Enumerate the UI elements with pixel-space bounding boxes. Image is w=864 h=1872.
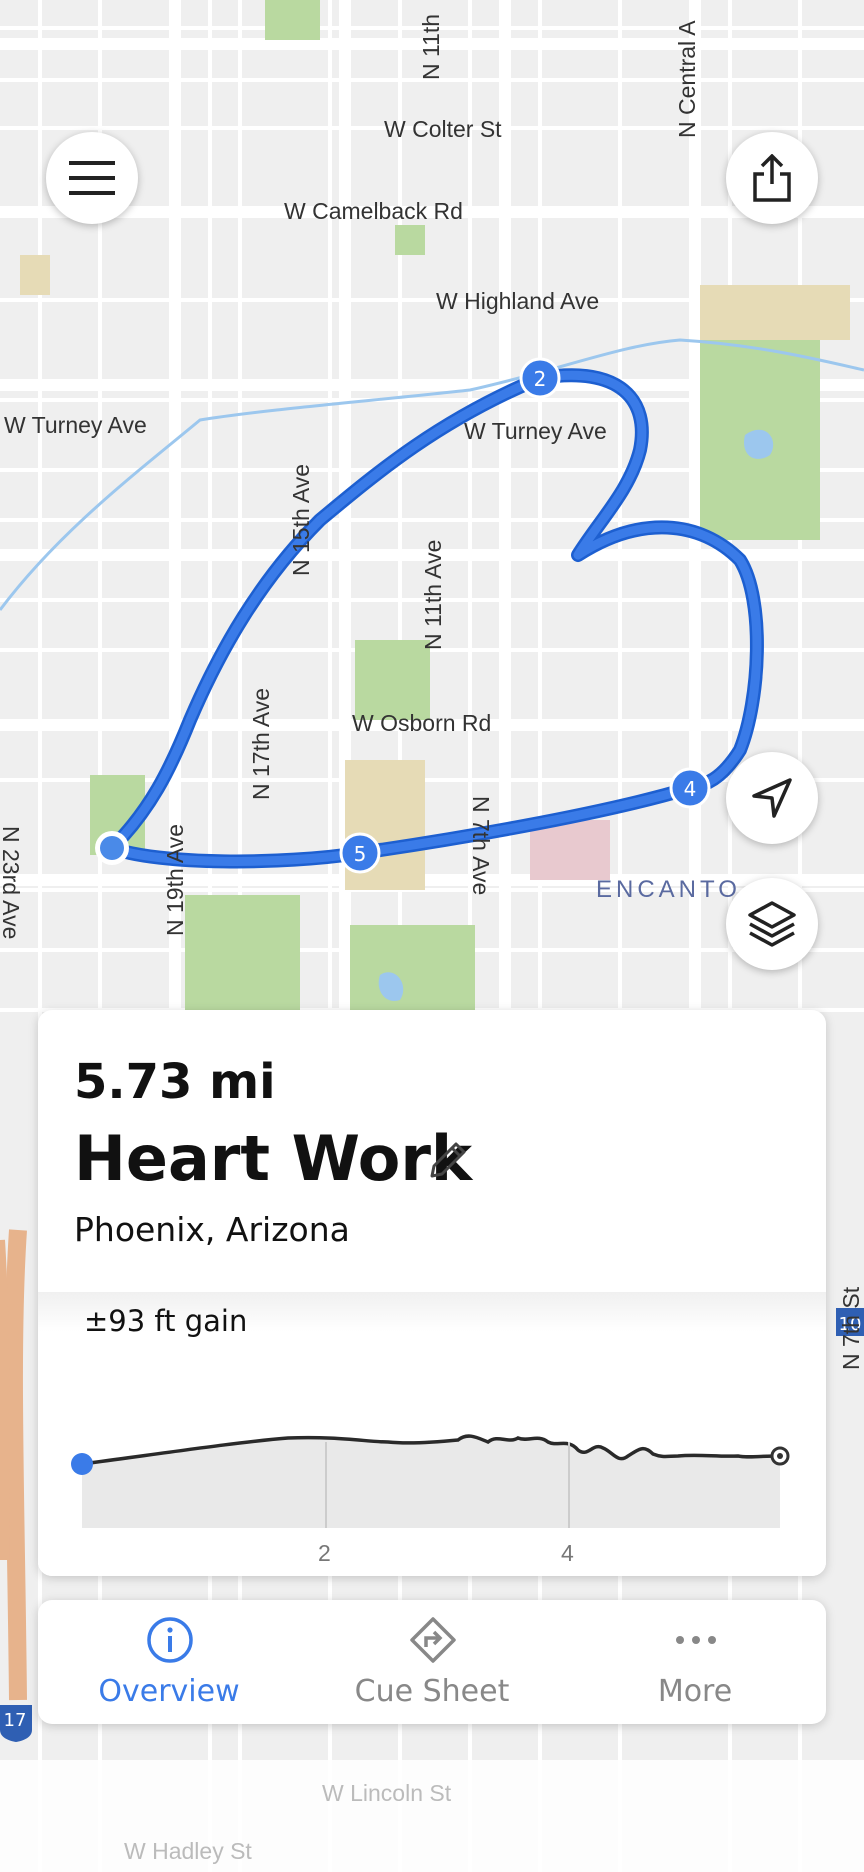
navigation-arrow-icon bbox=[752, 778, 792, 818]
tab-more[interactable]: More bbox=[564, 1600, 826, 1724]
street-label-n-11th-top: N 11th bbox=[418, 13, 444, 80]
info-icon bbox=[147, 1617, 193, 1663]
street-label-w-colter: W Colter St bbox=[384, 116, 502, 142]
street-label-n-17th: N 17th Ave bbox=[248, 687, 274, 800]
layers-icon bbox=[748, 901, 796, 947]
menu-button[interactable] bbox=[46, 132, 138, 224]
share-button[interactable] bbox=[726, 132, 818, 224]
tab-cue-sheet[interactable]: Cue Sheet bbox=[301, 1600, 563, 1724]
locate-button[interactable] bbox=[726, 752, 818, 844]
tab-overview[interactable]: Overview bbox=[38, 1600, 300, 1724]
svg-text:17: 17 bbox=[4, 1710, 27, 1731]
street-label-w-highland: W Highland Ave bbox=[436, 288, 600, 314]
street-label-n-15th: N 15th Ave bbox=[288, 463, 314, 576]
elevation-profile[interactable]: ±93 ft gain 2 4 bbox=[38, 1292, 826, 1576]
route-location: Phoenix, Arizona bbox=[74, 1210, 350, 1249]
street-label-n-7th-st: N 7th St bbox=[838, 1286, 864, 1370]
more-dots-icon bbox=[676, 1636, 716, 1644]
street-label-n-7th: N 7th Ave bbox=[468, 796, 494, 896]
street-label-n-23rd: N 23rd Ave bbox=[0, 826, 24, 940]
street-label-n-central: N Central A bbox=[674, 20, 700, 138]
svg-text:4: 4 bbox=[684, 777, 697, 801]
interstate-17-shield: 17 bbox=[0, 1705, 32, 1742]
street-label-w-osborn: W Osborn Rd bbox=[352, 710, 492, 736]
svg-text:5: 5 bbox=[354, 842, 367, 866]
elevation-tick-label: 2 bbox=[318, 1540, 331, 1566]
svg-text:2: 2 bbox=[534, 367, 547, 391]
pencil-icon[interactable] bbox=[426, 1138, 470, 1182]
route-summary-card: 5.73 mi Heart Work Phoenix, Arizona ±93 … bbox=[38, 1010, 826, 1576]
street-label-n-19th: N 19th Ave bbox=[162, 823, 188, 936]
street-label-w-turney-2: W Turney Ave bbox=[464, 418, 607, 444]
route-title: Heart Work bbox=[74, 1122, 473, 1195]
layers-button[interactable] bbox=[726, 878, 818, 970]
elevation-tick-label: 4 bbox=[561, 1540, 574, 1566]
tab-label: Cue Sheet bbox=[354, 1674, 510, 1709]
hamburger-menu-icon bbox=[69, 161, 115, 195]
street-label-n-11th: N 11th Ave bbox=[420, 539, 446, 650]
share-icon bbox=[753, 154, 791, 202]
street-label-w-camelback: W Camelback Rd bbox=[284, 198, 463, 224]
area-label-encanto: ENCANTO bbox=[596, 876, 741, 903]
street-label-w-turney: W Turney Ave bbox=[4, 412, 147, 438]
bottom-tab-bar: Overview Cue Sheet More bbox=[38, 1600, 826, 1724]
tab-label: More bbox=[657, 1674, 733, 1709]
route-marker-2[interactable]: 2 bbox=[519, 357, 561, 399]
street-label-w-hadley: W Hadley St bbox=[124, 1838, 252, 1864]
route-marker-4[interactable]: 4 bbox=[669, 767, 711, 809]
route-marker-5[interactable]: 5 bbox=[339, 832, 381, 874]
street-label-w-lincoln: W Lincoln St bbox=[322, 1780, 452, 1806]
directions-icon bbox=[410, 1617, 456, 1663]
tab-label: Overview bbox=[98, 1674, 240, 1709]
route-distance: 5.73 mi bbox=[74, 1054, 276, 1110]
